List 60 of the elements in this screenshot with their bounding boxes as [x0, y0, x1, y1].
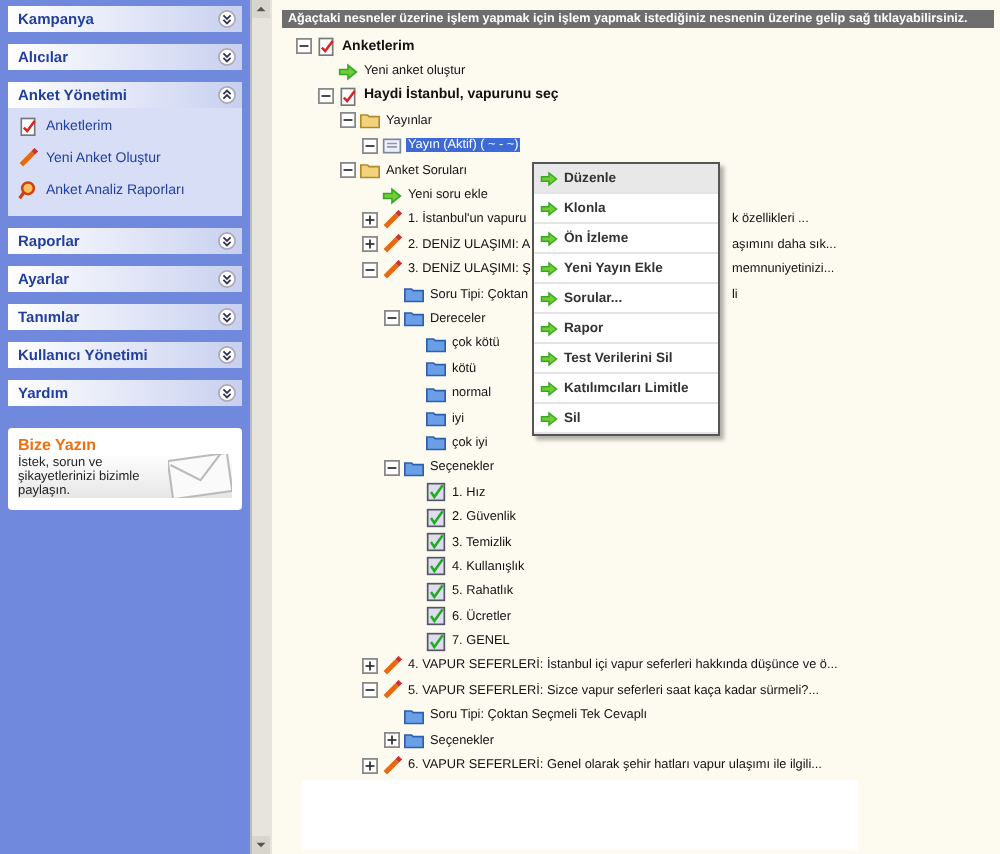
scroll-up-icon[interactable] — [252, 0, 270, 18]
expander-icon[interactable] — [340, 112, 356, 129]
expander-icon[interactable] — [384, 310, 400, 327]
folder-icon — [426, 432, 446, 453]
checklist-icon — [426, 581, 446, 602]
clipboard-icon — [338, 85, 358, 106]
folder-icon — [404, 705, 424, 726]
folder-icon — [360, 160, 380, 181]
pencil-icon — [18, 148, 38, 168]
expander-icon[interactable] — [362, 261, 378, 278]
pencil-icon — [382, 259, 402, 280]
pencil-icon — [382, 680, 402, 701]
pencil-icon — [382, 209, 402, 230]
expander-icon[interactable] — [318, 87, 334, 104]
expander-icon[interactable] — [362, 757, 378, 774]
scroll-down-icon[interactable] — [252, 836, 270, 854]
pencil-icon — [382, 755, 402, 776]
expander-icon[interactable] — [296, 38, 312, 55]
contact-title: Bize Yazın — [18, 436, 98, 454]
expander-icon[interactable] — [362, 682, 378, 699]
folder-icon — [404, 284, 424, 305]
folder-icon — [426, 383, 446, 404]
clipboard-icon — [316, 36, 336, 57]
expander-icon[interactable] — [362, 657, 378, 674]
scrollbar[interactable] — [250, 0, 272, 854]
chevron-icon[interactable] — [218, 384, 236, 402]
checklist-icon — [426, 482, 446, 503]
pencil-icon — [382, 234, 402, 255]
expander-icon[interactable] — [362, 137, 378, 154]
checklist-icon — [426, 631, 446, 652]
chevron-icon[interactable] — [218, 346, 236, 364]
checklist-icon — [426, 532, 446, 552]
folder-icon — [404, 457, 424, 478]
folder-icon — [404, 308, 424, 329]
envelope-icon — [168, 454, 232, 498]
magnifier-icon — [18, 180, 38, 200]
folder-icon — [426, 333, 446, 354]
expander-icon[interactable] — [362, 236, 378, 253]
arrow-icon — [382, 185, 402, 206]
folder-icon — [426, 408, 446, 429]
expander-icon[interactable] — [384, 459, 400, 476]
clipboard-icon — [18, 116, 38, 136]
expander-icon[interactable] — [340, 162, 356, 179]
expander-icon[interactable] — [384, 732, 400, 749]
expander-icon[interactable] — [362, 211, 378, 228]
chevron-icon[interactable] — [218, 10, 236, 28]
checklist-icon — [426, 556, 446, 577]
chevron-icon[interactable] — [218, 308, 236, 326]
checklist-icon — [426, 606, 446, 627]
chevron-icon[interactable] — [218, 270, 236, 288]
checklist-icon — [426, 507, 446, 528]
chevron-icon[interactable] — [218, 86, 236, 104]
chevron-icon[interactable] — [218, 232, 236, 250]
folder-icon — [426, 358, 446, 379]
arrow-icon — [338, 61, 358, 82]
pencil-icon — [382, 655, 402, 676]
document-icon — [382, 135, 402, 156]
chevron-icon[interactable] — [218, 48, 236, 66]
folder-icon — [404, 730, 424, 751]
folder-icon — [360, 110, 380, 131]
